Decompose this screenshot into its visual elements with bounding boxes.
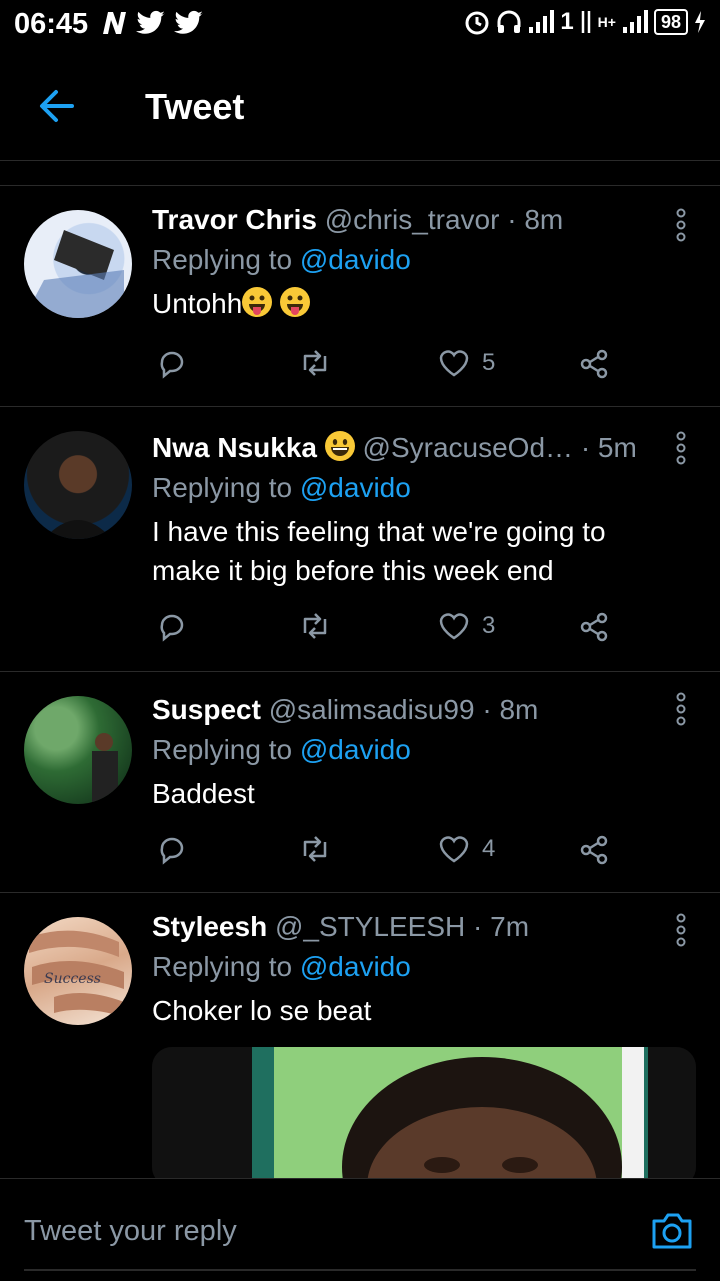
reply-button[interactable]	[156, 348, 188, 380]
camera-icon[interactable]	[650, 1211, 694, 1251]
retweet-button[interactable]	[298, 348, 332, 378]
top-app-bar: Tweet	[0, 50, 720, 161]
share-button[interactable]	[578, 611, 610, 643]
charging-icon	[695, 11, 705, 33]
mention-link[interactable]: @davido	[300, 472, 411, 503]
author-handle[interactable]: @chris_travor	[325, 204, 500, 235]
heart-icon	[439, 613, 469, 640]
reply-composer: Tweet your reply	[0, 1178, 720, 1281]
separator-dot: ·	[507, 204, 517, 235]
separator-dot: ·	[580, 432, 591, 463]
like-count: 4	[482, 835, 496, 862]
replying-label: Replying to	[152, 472, 293, 503]
tweet-time: 8m	[499, 694, 539, 725]
tweet-item[interactable]: Suspect @salimsadisu99 · 8m Replying to …	[0, 672, 720, 893]
tweet-time: 7m	[490, 911, 530, 942]
avatar[interactable]	[24, 210, 132, 318]
share-icon	[580, 349, 608, 379]
retweet-icon	[303, 836, 327, 862]
more-options-icon[interactable]	[672, 913, 690, 947]
twitter-bird-icon	[174, 10, 203, 34]
retweet-icon	[303, 613, 327, 639]
share-button[interactable]	[578, 348, 610, 380]
grinning-emoji-icon	[324, 431, 355, 461]
reply-button[interactable]	[156, 611, 188, 643]
tweet-text: I have this feeling that we're going to …	[152, 516, 606, 586]
author-name[interactable]: Styleesh	[152, 911, 267, 942]
mention-link[interactable]: @davido	[300, 951, 411, 982]
status-bar: 06:45 1 H+ 98	[0, 0, 720, 50]
tweet-text: Choker lo se beat	[152, 995, 372, 1026]
mention-link[interactable]: @davido	[300, 244, 411, 275]
data-arrows-icon	[581, 11, 590, 33]
tongue-emoji-icon	[280, 287, 311, 317]
more-options-icon[interactable]	[672, 692, 690, 726]
like-button[interactable]: 3	[438, 611, 495, 641]
author-handle[interactable]: @SyracuseOd…	[363, 432, 574, 463]
replying-label: Replying to	[152, 951, 293, 982]
heart-icon	[439, 836, 469, 863]
author-name[interactable]: Travor Chris	[152, 204, 317, 235]
mention-link[interactable]: @davido	[300, 734, 411, 765]
retweet-button[interactable]	[298, 611, 332, 641]
share-button[interactable]	[578, 834, 610, 866]
replying-label: Replying to	[152, 734, 293, 765]
network-hplus-label: H+	[597, 14, 616, 30]
avatar[interactable]	[24, 696, 132, 804]
reply-bubble-icon	[160, 351, 184, 379]
tweet-item[interactable]: Nwa Nsukka @SyracuseOd… · 5m Replying to…	[0, 407, 720, 672]
retweet-button[interactable]	[298, 834, 332, 864]
like-count: 3	[482, 612, 496, 639]
tweet-time: 8m	[524, 204, 564, 235]
author-handle[interactable]: @_STYLEESH	[275, 911, 465, 942]
reply-input[interactable]: Tweet your reply	[24, 1215, 237, 1248]
heart-icon	[439, 350, 469, 377]
headphones-icon	[497, 10, 521, 33]
reply-button[interactable]	[156, 834, 188, 866]
separator-dot: ·	[482, 694, 492, 725]
author-name[interactable]: Suspect	[152, 694, 261, 725]
twitter-bird-icon	[136, 10, 165, 34]
more-options-icon[interactable]	[672, 208, 690, 242]
tweet-text: Untohh	[152, 288, 243, 319]
svg-text:Success: Success	[44, 971, 101, 987]
notification-n-icon	[103, 12, 126, 34]
page-title: Tweet	[145, 86, 245, 127]
author-name[interactable]: Nwa Nsukka	[152, 432, 317, 463]
retweet-icon	[303, 350, 327, 376]
signal-icon	[529, 10, 555, 33]
battery-indicator: 98	[653, 9, 688, 35]
avatar[interactable]	[24, 431, 132, 539]
like-count: 5	[482, 349, 496, 376]
replying-label: Replying to	[152, 244, 293, 275]
divider	[24, 1269, 696, 1271]
network-type-label: 1	[560, 8, 574, 35]
reply-bubble-icon	[160, 837, 184, 865]
tongue-emoji-icon	[242, 287, 273, 317]
like-button[interactable]: 5	[438, 348, 495, 378]
signal-icon	[622, 10, 648, 33]
arrow-left-icon[interactable]	[36, 86, 76, 126]
alarm-icon	[465, 11, 489, 35]
avatar[interactable]: Success	[24, 917, 132, 1025]
author-handle[interactable]: @salimsadisu99	[269, 694, 475, 725]
reply-bubble-icon	[160, 614, 184, 642]
tweet-text: Baddest	[152, 778, 255, 809]
separator-dot: ·	[473, 911, 483, 942]
status-time: 06:45	[14, 8, 89, 40]
share-icon	[580, 612, 608, 642]
tweet-item[interactable]: Travor Chris @chris_travor · 8m Replying…	[0, 186, 720, 407]
tweet-time: 5m	[597, 432, 637, 463]
like-button[interactable]: 4	[438, 834, 495, 864]
more-options-icon[interactable]	[672, 431, 690, 465]
tweet-media-image[interactable]	[152, 1047, 696, 1187]
share-icon	[580, 835, 608, 865]
